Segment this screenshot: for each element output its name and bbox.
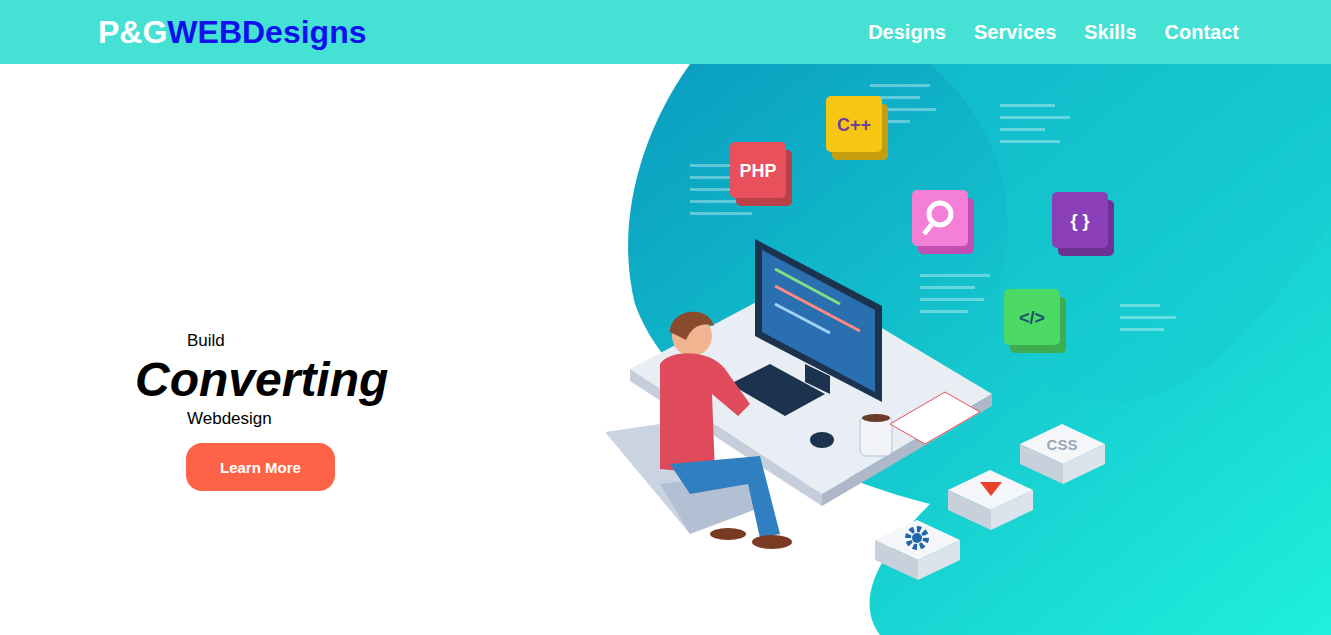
code-line [690,200,740,203]
hero-illustration: PHP C++ { } </> CSS [600,64,1331,635]
code-line [1000,104,1055,107]
block-label: CSS [1047,436,1078,453]
background-wave [930,64,1331,402]
hero: Build Converting Webdesign Learn More PH… [0,64,1331,635]
code-line [1000,140,1060,143]
code-line [920,286,975,289]
papers-icon [890,392,980,444]
hero-kicker: Build [187,331,225,351]
code-bar [775,286,860,331]
language-tile: PHP [730,142,792,206]
magnifier-icon [929,203,951,225]
code-bar [775,269,840,304]
landing-page: P&GWEBDesigns Designs Services Skills Conta… [0,0,1331,635]
logo[interactable]: P&GWEBDesigns [98,14,366,51]
nav: Designs Services Skills Contact [868,21,1239,44]
nav-item[interactable]: Services [974,21,1056,44]
hero-text: Build Converting Webdesign Learn More [0,64,600,635]
code-line [870,84,930,87]
code-line [1120,304,1160,307]
code-line [920,274,990,277]
nav-item[interactable]: Contact [1165,21,1239,44]
code-line [690,176,735,179]
header: P&GWEBDesigns Designs Services Skills Conta… [0,0,1331,64]
tile-label: PHP [739,161,776,181]
person-legs [670,456,780,538]
css-block: CSS [1020,424,1105,484]
tile-label: C++ [837,115,871,135]
search-tile [912,190,974,254]
gear-icon [908,529,926,547]
person-body [660,353,750,474]
tile-label: </> [1019,308,1045,328]
code-line [1000,116,1070,119]
code-line [1000,128,1045,131]
code-bar [775,304,830,333]
tile-label: { } [1070,211,1089,231]
mouse-icon [810,432,834,448]
language-tile: </> [1004,289,1066,353]
play-icon [980,482,1002,496]
person-shoe [752,535,792,549]
play-block [948,470,1033,530]
language-tile: { } [1052,192,1114,256]
person-hair [670,312,714,340]
code-line [920,298,984,301]
nav-item[interactable]: Skills [1084,21,1136,44]
logo-first: P&G [98,14,167,50]
person-shoe [710,528,746,540]
gear-block [875,520,960,580]
code-line [1120,328,1164,331]
code-line [1120,316,1176,319]
developer-illustration: PHP C++ { } </> CSS [600,64,1331,635]
learn-more-button[interactable]: Learn More [186,443,335,491]
logo-second: WEBDesigns [167,14,366,50]
nav-item[interactable]: Designs [868,21,946,44]
hero-tail: Webdesign [187,409,272,429]
hero-headline: Converting [135,351,388,409]
coffee [862,414,890,422]
code-line [920,310,968,313]
code-line [690,212,752,215]
background-blob [628,64,1331,635]
language-tile: C++ [826,96,888,160]
